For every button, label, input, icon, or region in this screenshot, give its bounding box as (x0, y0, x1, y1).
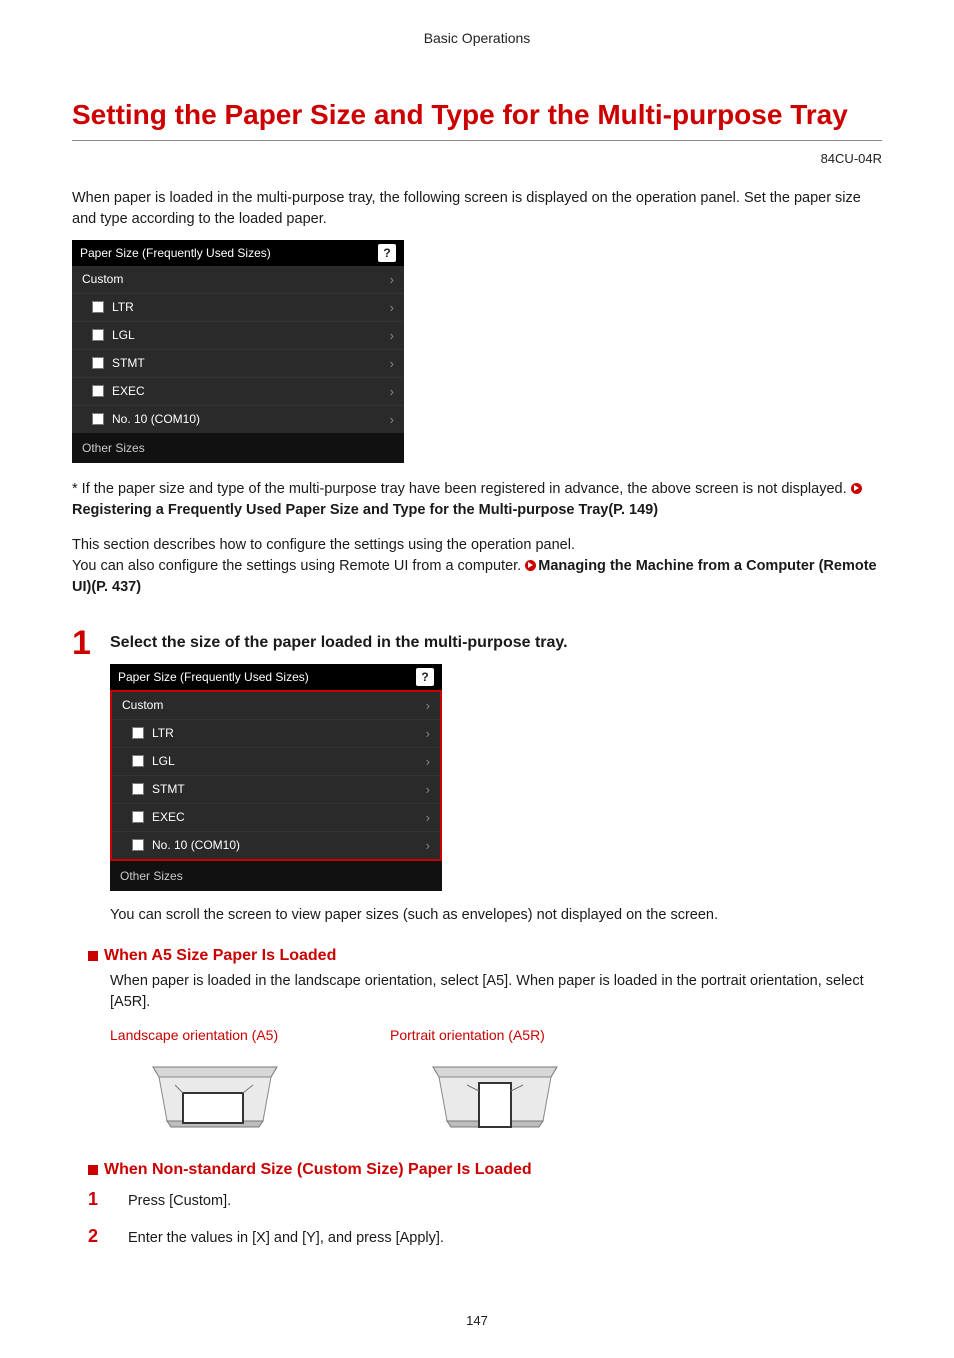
note-registered: * If the paper size and type of the mult… (72, 479, 882, 521)
orientation-portrait: Portrait orientation (A5R) (390, 1027, 600, 1133)
custom-steps-list: 1 Press [Custom]. 2 Enter the values in … (88, 1189, 882, 1247)
panel-row: No. 10 (COM10) › (112, 831, 440, 859)
panel-row: LTR › (112, 719, 440, 747)
square-bullet-icon (88, 1165, 98, 1175)
chevron-right-icon: › (390, 412, 394, 427)
custom-step-2-text: Enter the values in [X] and [Y], and pre… (128, 1230, 444, 1246)
caption-landscape: Landscape orientation (A5) (110, 1027, 320, 1043)
paper-size-panel-screenshot-highlighted: Paper Size (Frequently Used Sizes) ? Cus… (110, 664, 442, 891)
panel-row-label: STMT (152, 782, 185, 796)
link-register-paper-text: Registering a Frequently Used Paper Size… (72, 502, 658, 518)
paper-icon (132, 811, 144, 823)
custom-step-1: 1 Press [Custom]. (88, 1189, 882, 1210)
subheading-a5: When A5 Size Paper Is Loaded (88, 947, 882, 965)
breadcrumb: Basic Operations (72, 30, 882, 46)
chevron-right-icon: › (426, 838, 430, 853)
panel-row: EXEC › (112, 803, 440, 831)
doc-code: 84CU-04R (72, 151, 882, 166)
intro-paragraph: When paper is loaded in the multi-purpos… (72, 188, 882, 230)
panel-header-title: Paper Size (Frequently Used Sizes) (118, 670, 309, 684)
panel-row: LTR › (72, 293, 404, 321)
panel-row-label: EXEC (112, 384, 145, 398)
custom-step-1-text: Press [Custom]. (128, 1193, 231, 1209)
subheading-a5-text: When A5 Size Paper Is Loaded (104, 947, 336, 965)
paper-size-panel-screenshot: Paper Size (Frequently Used Sizes) ? Cus… (72, 240, 404, 463)
page-title: Setting the Paper Size and Type for the … (72, 96, 882, 141)
panel-row-label: LGL (152, 754, 175, 768)
panel-header: Paper Size (Frequently Used Sizes) ? (110, 664, 442, 690)
chevron-right-icon: › (390, 272, 394, 287)
note-registered-text: * If the paper size and type of the mult… (72, 481, 851, 497)
panel-row-label: No. 10 (COM10) (112, 412, 200, 426)
help-icon: ? (416, 668, 434, 686)
paper-icon (132, 727, 144, 739)
page-number: 147 (72, 1313, 882, 1328)
panel-row: EXEC › (72, 377, 404, 405)
custom-step-2-num: 2 (88, 1226, 104, 1247)
panel-header: Paper Size (Frequently Used Sizes) ? (72, 240, 404, 266)
chevron-right-icon: › (390, 328, 394, 343)
panel-row-label: Custom (122, 698, 163, 712)
paper-icon (92, 413, 104, 425)
note-config: This section describes how to configure … (72, 535, 882, 598)
note-config-line2-prefix: You can also configure the settings usin… (72, 558, 525, 574)
paper-icon (132, 755, 144, 767)
panel-row-label: STMT (112, 356, 145, 370)
orientation-row: Landscape orientation (A5) Portrai (110, 1027, 882, 1133)
paper-icon (132, 839, 144, 851)
step-1-title: Select the size of the paper loaded in t… (110, 626, 882, 652)
panel-row: Custom › (72, 266, 404, 293)
panel-row: No. 10 (COM10) › (72, 405, 404, 433)
panel-row-label: LTR (112, 300, 134, 314)
chevron-right-icon: › (390, 384, 394, 399)
panel-footer-other-sizes: Other Sizes (72, 433, 404, 463)
note-config-line1: This section describes how to configure … (72, 537, 575, 553)
paper-icon (92, 329, 104, 341)
landscape-tray-illustration (145, 1053, 285, 1133)
panel-row-label: LGL (112, 328, 135, 342)
panel-row: LGL › (72, 321, 404, 349)
step-1: 1 Select the size of the paper loaded in… (72, 626, 882, 1263)
subheading-custom-text: When Non-standard Size (Custom Size) Pap… (104, 1161, 532, 1179)
caption-portrait: Portrait orientation (A5R) (390, 1027, 600, 1043)
panel-header-title: Paper Size (Frequently Used Sizes) (80, 246, 271, 260)
custom-step-1-num: 1 (88, 1189, 104, 1210)
panel-row: Custom › (112, 692, 440, 719)
chevron-right-icon: › (426, 726, 430, 741)
panel-row: STMT › (112, 775, 440, 803)
chevron-right-icon: › (426, 698, 430, 713)
paper-icon (132, 783, 144, 795)
play-bullet-icon (525, 560, 536, 571)
panel-row: LGL › (112, 747, 440, 775)
subbody-a5: When paper is loaded in the landscape or… (110, 971, 882, 1013)
panel-row-label: EXEC (152, 810, 185, 824)
orientation-landscape: Landscape orientation (A5) (110, 1027, 320, 1133)
play-bullet-icon (851, 483, 862, 494)
panel-row: STMT › (72, 349, 404, 377)
paper-icon (92, 385, 104, 397)
chevron-right-icon: › (426, 810, 430, 825)
panel-footer-other-sizes: Other Sizes (110, 861, 442, 891)
panel-row-label: Custom (82, 272, 123, 286)
chevron-right-icon: › (426, 782, 430, 797)
paper-icon (92, 301, 104, 313)
panel-row-label: LTR (152, 726, 174, 740)
subheading-custom: When Non-standard Size (Custom Size) Pap… (88, 1161, 882, 1179)
chevron-right-icon: › (390, 300, 394, 315)
panel-row-label: No. 10 (COM10) (152, 838, 240, 852)
portrait-tray-illustration (425, 1053, 565, 1133)
custom-step-2: 2 Enter the values in [X] and [Y], and p… (88, 1226, 882, 1247)
step-1-subnote: You can scroll the screen to view paper … (110, 907, 882, 923)
chevron-right-icon: › (390, 356, 394, 371)
square-bullet-icon (88, 951, 98, 961)
panel-rows: Custom › LTR › LGL › STMT › EXEC › No. 10 (COM10) › (72, 266, 404, 433)
help-icon: ? (378, 244, 396, 262)
chevron-right-icon: › (426, 754, 430, 769)
paper-icon (92, 357, 104, 369)
panel-highlight-box: Custom › LTR › LGL › STMT › EXEC › No. 10 (COM10) › (110, 690, 442, 861)
